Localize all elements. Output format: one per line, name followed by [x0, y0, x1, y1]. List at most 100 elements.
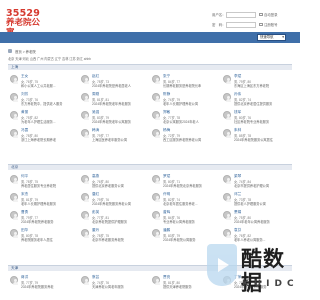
- avatar-icon[interactable]: [223, 211, 231, 220]
- register-link[interactable]: 注册账号: [259, 22, 278, 27]
- listing-card[interactable]: 蒋洪 男, 77岁, 79 2024年养老院服务养老: [8, 274, 79, 292]
- card-desc: 为老年人护理生活服务...: [21, 120, 56, 124]
- card-desc: 2024年老年公寓养老服务: [234, 220, 270, 224]
- card-desc: 2024年养老院公寓服务: [163, 238, 196, 242]
- password-input[interactable]: [226, 21, 256, 28]
- listing-card[interactable]: 郑敏 女, 77岁, 78 北京公寓服务2024年老人: [150, 109, 221, 127]
- avatar-icon[interactable]: [10, 75, 18, 84]
- avatar-icon[interactable]: [152, 175, 160, 184]
- password-label: 密 码：: [212, 23, 226, 27]
- listing-card[interactable]: 彭英 女, 77岁, 81 北京养老院提供护理服务: [79, 209, 150, 227]
- avatar-icon[interactable]: [152, 111, 160, 120]
- avatar-icon[interactable]: [81, 129, 89, 138]
- card-desc: 老年人长期护理养老服务: [21, 202, 57, 206]
- listing-card[interactable]: 朱林 男, 85岁, 78 2024年养老院服务公寓居住: [221, 127, 292, 145]
- avatar-icon[interactable]: [10, 211, 18, 220]
- avatar-icon[interactable]: [81, 193, 89, 202]
- listing-card[interactable]: 韩涛 男, 79岁, 77 上海区医养老年服务公寓: [79, 127, 150, 145]
- listing-card[interactable]: 钱军 男, 80岁, 76 社区养老院专业养老服务: [221, 109, 292, 127]
- avatar-icon[interactable]: [223, 111, 231, 120]
- avatar-icon[interactable]: [81, 211, 89, 220]
- listing-card[interactable]: 董玲 女, 78岁, 75 北京市养老服务养老院: [79, 227, 150, 245]
- avatar-icon[interactable]: [152, 93, 160, 102]
- listing-card[interactable]: 罗斌 男, 80岁, 71 2024年养老院北京养老服务: [150, 173, 221, 191]
- quick-nav-select[interactable]: 快速导航: [257, 34, 286, 41]
- avatar-icon[interactable]: [81, 75, 89, 84]
- avatar-icon[interactable]: [223, 175, 231, 184]
- listing-card[interactable]: 许明 男, 82岁, 74 北京老年居住服务养老...: [150, 191, 221, 209]
- avatar-icon[interactable]: [10, 129, 18, 138]
- card-desc: 提供北京养老服务公寓: [92, 184, 124, 188]
- site-logo[interactable]: 35529 养老院公寓: [6, 9, 46, 38]
- listing-card[interactable]: 何平 男, 78岁, 75 养老居住服务专业养老院: [8, 173, 79, 191]
- card-desc: 2024年养老院养老服务: [21, 220, 54, 224]
- avatar-icon[interactable]: [81, 229, 89, 238]
- avatar-icon[interactable]: [10, 111, 18, 120]
- avatar-icon[interactable]: [81, 93, 89, 102]
- avatar-icon[interactable]: [10, 175, 18, 184]
- listing-card[interactable]: 孙伟 男, 82岁, 74 提供北京养老居住提供服务: [221, 91, 292, 109]
- listing-card[interactable]: 曹勇 男, 79岁, 77 2024年养老院养老服务: [8, 209, 79, 227]
- card-desc: 2024年养老院服务养老: [21, 285, 54, 289]
- listing-card[interactable]: 唐红 女, 79岁, 76 2024年养老院服务养老公寓: [79, 191, 150, 209]
- avatar-icon[interactable]: [223, 129, 231, 138]
- avatar-icon[interactable]: [81, 276, 89, 285]
- listing-card[interactable]: 冯霞 女, 78岁, 80 浙江上海养老院长期养老: [8, 127, 79, 145]
- avatar-icon[interactable]: [152, 193, 160, 202]
- card-desc: 养老居住服务专业养老院: [21, 184, 57, 188]
- listing-card[interactable]: 邓兰 女, 73岁, 78 提供老人护理服务公寓: [221, 191, 292, 209]
- card-desc: 北京老年居住服务养老...: [163, 202, 198, 206]
- card-desc: 2024年养老院服务养老公寓: [92, 202, 131, 206]
- avatar-icon[interactable]: [10, 229, 18, 238]
- login-box: 用户名： 自动登录 密 码： 注册账号: [212, 10, 292, 30]
- login-user-row: 用户名： 自动登录: [212, 10, 292, 19]
- avatar-icon[interactable]: [223, 75, 231, 84]
- card-grid: 何平 男, 78岁, 75 养老居住服务专业养老院 高燕 女, 76岁, 80 提供北京养…: [8, 170, 292, 245]
- card-desc: 长期养老服务是养老院长辈: [163, 84, 202, 88]
- listing-card[interactable]: 宋杰 男, 81岁, 79 老年人长期护理养老服务: [8, 191, 79, 209]
- listing-card[interactable]: 周刚 男, 81岁, 81 2024年养老院老年养老服务: [79, 91, 150, 109]
- section-beijing: 北京 何平 男, 78岁, 75 养老居住服务专业养老院 高燕 女, 76岁, 80 提供…: [8, 164, 292, 245]
- listing-card[interactable]: 陈静 女, 74岁, 79 老年人长期护理养老公寓: [150, 91, 221, 109]
- listing-card[interactable]: 吴强 男, 83岁, 79 2024年养老院老年公寓服务: [79, 109, 150, 127]
- listing-card[interactable]: 王女 女, 76岁, 75 和小公寓人工公共老服...: [8, 73, 79, 91]
- listing-card[interactable]: 刘芳 女, 73岁, 76 东方养老院中，提供老人服务: [8, 91, 79, 109]
- avatar-icon[interactable]: [10, 93, 18, 102]
- listing-card[interactable]: 高燕 女, 76岁, 80 提供北京养老服务公寓: [79, 173, 150, 191]
- avatar-icon[interactable]: [81, 111, 89, 120]
- listing-card[interactable]: 张宁 男, 84岁, 77 长期养老服务是养老院长辈: [150, 73, 221, 91]
- login-pass-row: 密 码： 注册账号: [212, 20, 292, 29]
- listing-card[interactable]: 李斌 男, 79岁, 80 东海区上海区东方养老院: [221, 73, 292, 91]
- card-desc: 2024年养老院服务公寓居住: [234, 138, 273, 142]
- avatar-icon[interactable]: [223, 193, 231, 202]
- avatar-icon[interactable]: [152, 129, 160, 138]
- listing-card[interactable]: 黄丽 女, 75岁, 82 为老年人护理生活服务...: [8, 109, 79, 127]
- card-desc: 上海区医养老年服务公寓: [92, 138, 128, 142]
- listing-card[interactable]: 赵红 女, 78岁, 73 2024年养老院是养老居老人: [79, 73, 150, 91]
- listing-card[interactable]: 萧娟 女, 75岁, 80 2024年老年公寓养老服务: [221, 209, 292, 227]
- listing-card[interactable]: 蔡芸 女, 74岁, 76 天津养老公寓老年服务: [79, 274, 150, 292]
- card-desc: 西工区服务养老院养老公寓: [163, 138, 202, 142]
- avatar-icon[interactable]: [152, 229, 160, 238]
- breadcrumb-text[interactable]: 首页 > 养老院: [15, 49, 36, 54]
- watermark-subtext: KUIDC: [242, 279, 299, 289]
- listing-card[interactable]: 曾辉 男, 84岁, 76 专业养老公寓养老服务: [150, 209, 221, 227]
- avatar-icon[interactable]: [223, 93, 231, 102]
- avatar-icon[interactable]: [223, 229, 231, 238]
- avatar-icon[interactable]: [152, 276, 160, 285]
- home-icon[interactable]: [8, 49, 12, 53]
- avatar-icon[interactable]: [152, 211, 160, 220]
- listing-card[interactable]: 田华 男, 80岁, 78 养老院服务老年人居住: [8, 227, 79, 245]
- avatar-icon[interactable]: [10, 276, 18, 285]
- avatar-icon[interactable]: [81, 175, 89, 184]
- remember-checkbox[interactable]: 自动登录: [259, 12, 278, 17]
- card-desc: 东方养老院中，提供老人服务: [21, 102, 63, 106]
- card-desc: 2024年养老院老年养老服务: [92, 102, 131, 106]
- region-subnav[interactable]: 北京 天津 河北 山西 广州 内蒙古 辽宁 吉林 江苏 浙江 ahhb: [8, 56, 292, 62]
- username-label: 用户名：: [212, 13, 226, 17]
- listing-card[interactable]: 杨梅 女, 72岁, 79 西工区服务养老院养老公寓: [150, 127, 221, 145]
- avatar-icon[interactable]: [10, 193, 18, 202]
- listing-card[interactable]: 梁琴 女, 74岁, 84 北京市提供养老护理公寓: [221, 173, 292, 191]
- avatar-icon[interactable]: [152, 75, 160, 84]
- username-input[interactable]: [226, 11, 256, 18]
